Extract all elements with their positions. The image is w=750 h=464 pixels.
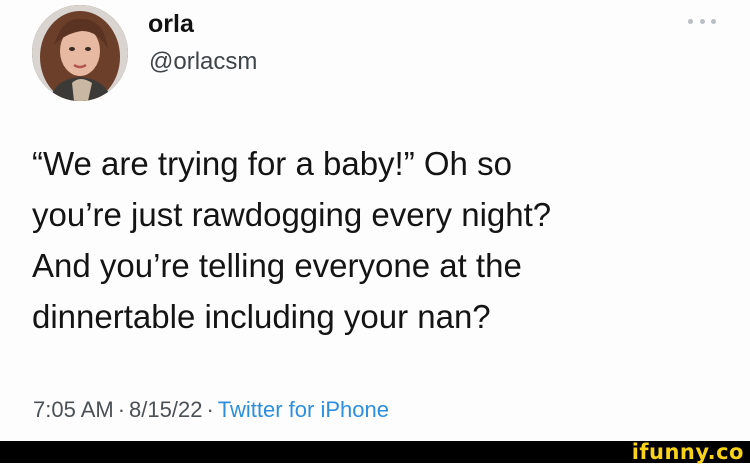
separator: · xyxy=(206,397,214,422)
tweet-meta: 7:05 AM · 8/15/22 · Twitter for iPhone xyxy=(33,397,389,423)
dot xyxy=(688,18,693,24)
tweet-card: orla @orlacsm “We are trying for a baby!… xyxy=(0,0,750,441)
dot xyxy=(699,18,705,24)
tweet-date[interactable]: 8/15/22 xyxy=(129,397,202,422)
tweet-source-link[interactable]: Twitter for iPhone xyxy=(218,397,389,422)
display-name[interactable]: orla xyxy=(148,10,194,39)
user-handle[interactable]: @orlacsm xyxy=(149,48,257,76)
more-options-icon[interactable] xyxy=(688,16,716,26)
watermark-bar: ifunny.co xyxy=(0,440,750,464)
separator: · xyxy=(117,397,126,422)
avatar[interactable] xyxy=(32,5,128,101)
ifunny-watermark: ifunny.co xyxy=(631,440,744,464)
tweet-text: “We are trying for a baby!” Oh so you’re… xyxy=(32,145,552,335)
dot xyxy=(711,18,716,24)
avatar-image xyxy=(32,5,128,101)
tweet-time[interactable]: 7:05 AM xyxy=(33,397,114,422)
